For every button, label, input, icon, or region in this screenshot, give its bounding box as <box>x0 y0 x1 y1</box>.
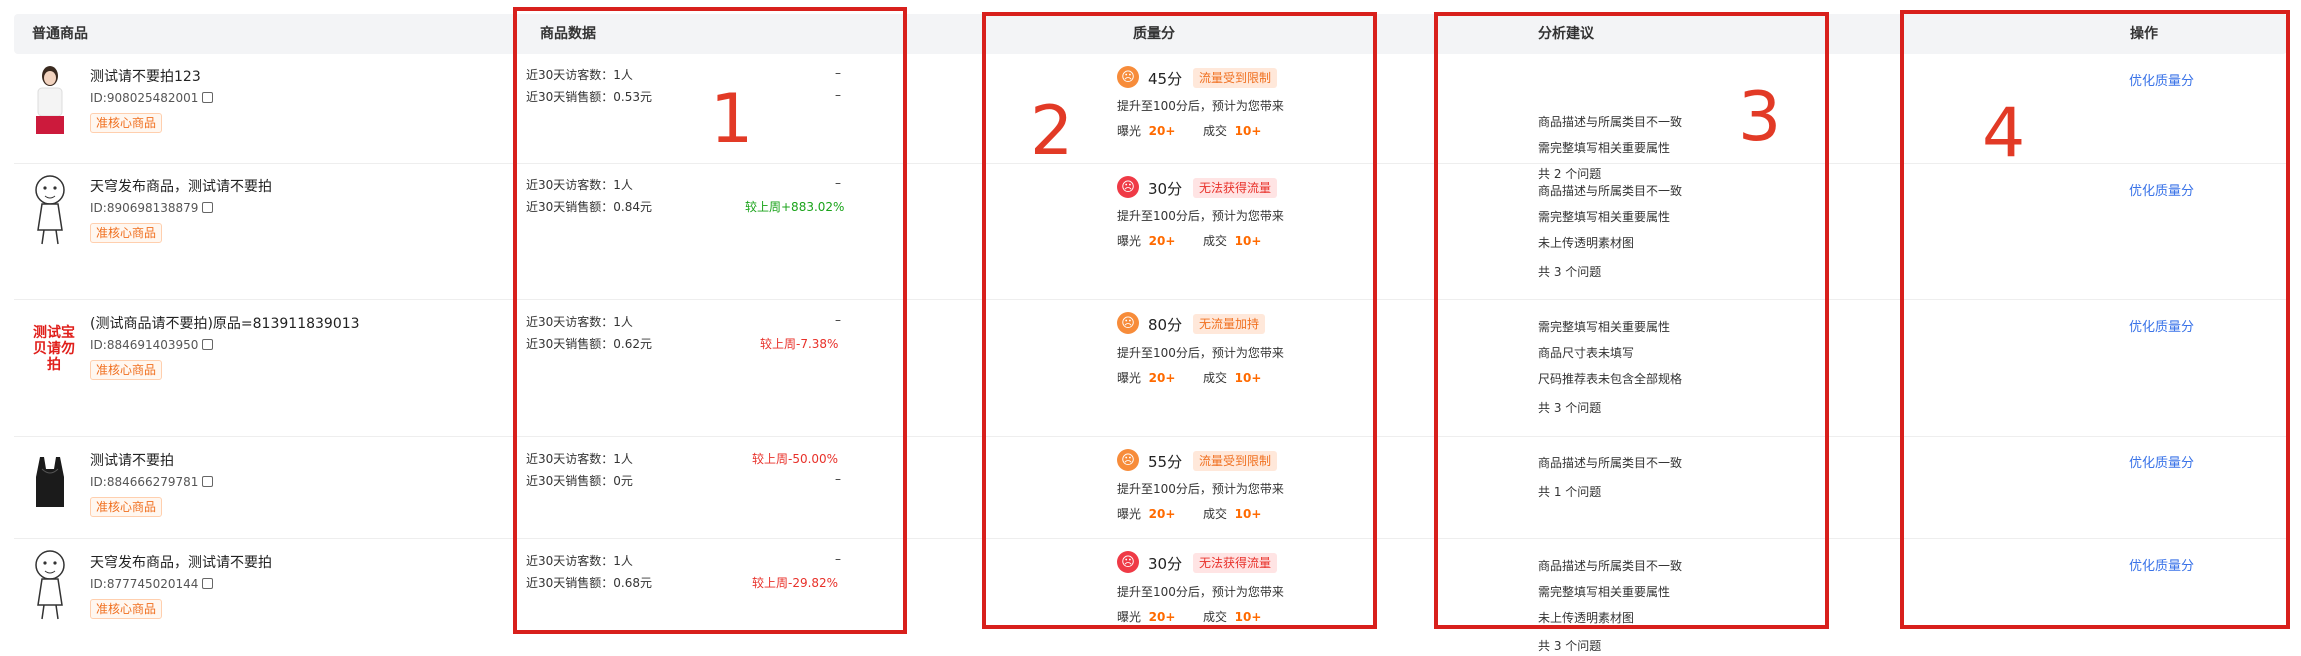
annotation-number-3: 3 <box>1738 78 1782 157</box>
product-name[interactable]: 测试请不要拍123 <box>90 66 201 86</box>
product-name[interactable]: 天穹发布商品，测试请不要拍 <box>90 176 272 196</box>
core-product-tag: 准核心商品 <box>90 360 163 380</box>
copy-icon[interactable] <box>202 202 214 213</box>
product-id: ID:908025482001 <box>90 91 214 105</box>
copy-icon[interactable] <box>202 578 214 589</box>
annotation-number-2: 2 <box>1030 92 1074 171</box>
copy-icon[interactable] <box>202 339 214 350</box>
annotation-number-1: 1 <box>710 80 754 159</box>
copy-icon[interactable] <box>202 92 214 103</box>
product-id: ID:877745020144 <box>90 577 214 591</box>
core-product-tag: 准核心商品 <box>90 497 163 517</box>
issue-count: 共 3 个问题 <box>1538 639 1602 653</box>
annotation-box-4 <box>1900 10 2290 629</box>
product-name[interactable]: 天穹发布商品，测试请不要拍 <box>90 552 272 572</box>
product-thumbnail-text: 测试宝贝请勿拍 <box>33 325 75 373</box>
product-id: ID:884666279781 <box>90 475 214 489</box>
core-product-tag: 准核心商品 <box>90 223 163 243</box>
product-name[interactable]: 测试请不要拍 <box>90 450 174 470</box>
annotation-number-4: 4 <box>1982 94 2026 173</box>
header-product: 普通商品 <box>32 26 88 42</box>
product-id: ID:890698138879 <box>90 201 214 215</box>
product-thumbnail <box>35 175 65 245</box>
product-name[interactable]: (测试商品请不要拍)原品=813911839013 <box>90 313 360 333</box>
product-thumbnail <box>36 457 64 507</box>
core-product-tag: 准核心商品 <box>90 113 163 133</box>
product-thumbnail <box>36 66 64 134</box>
product-id: ID:884691403950 <box>90 338 214 352</box>
core-product-tag: 准核心商品 <box>90 599 163 619</box>
copy-icon[interactable] <box>202 476 214 487</box>
product-thumbnail <box>35 550 65 620</box>
